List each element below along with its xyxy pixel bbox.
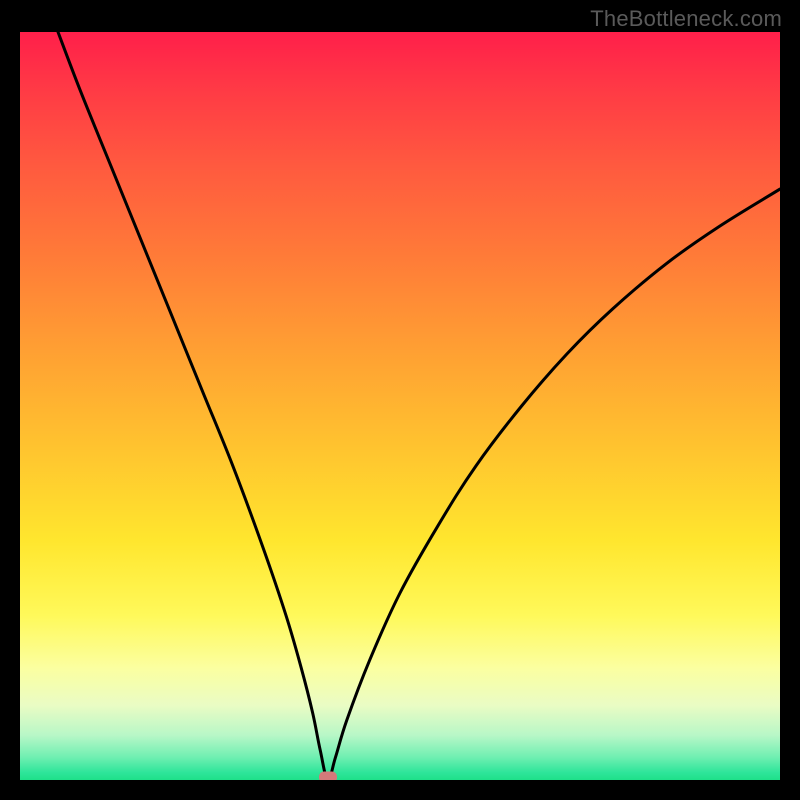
bottleneck-curve	[58, 32, 780, 780]
watermark-text: TheBottleneck.com	[590, 6, 782, 32]
plot-area	[20, 32, 780, 780]
chart-container: TheBottleneck.com	[0, 0, 800, 800]
optimal-marker	[319, 772, 337, 781]
curve-layer	[20, 32, 780, 780]
